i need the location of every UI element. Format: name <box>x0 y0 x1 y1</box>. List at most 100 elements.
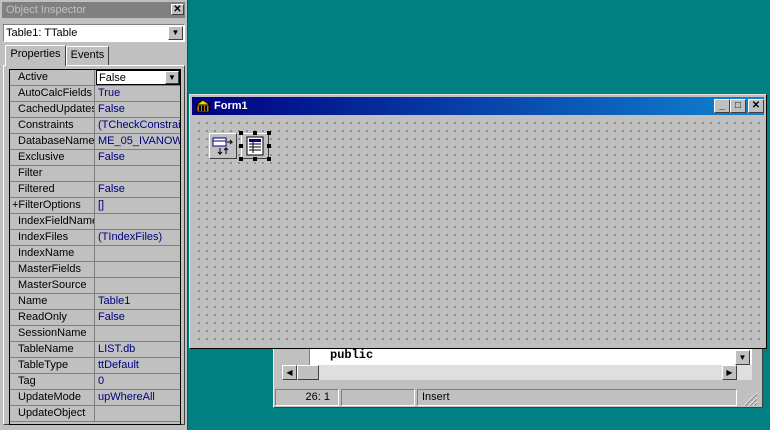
property-row[interactable]: Constraints(TCheckConstraints) <box>10 118 180 134</box>
property-row[interactable]: IndexName <box>10 246 180 262</box>
property-row[interactable]: MasterFields <box>10 262 180 278</box>
property-value[interactable]: False <box>96 102 180 117</box>
property-name[interactable]: Active <box>10 70 95 85</box>
property-value[interactable]: LIST.db <box>96 342 180 357</box>
tab-events[interactable]: Events <box>66 46 109 65</box>
property-name[interactable]: IndexName <box>10 246 95 261</box>
form1-titlebar[interactable]: Form1 _ □ ✕ <box>192 97 764 115</box>
property-name[interactable]: AutoCalcFields <box>10 86 95 101</box>
property-name[interactable]: ReadOnly <box>10 310 95 325</box>
property-name[interactable]: CachedUpdates <box>10 102 95 117</box>
selection-handle[interactable] <box>267 131 271 135</box>
property-row[interactable]: UpdateObject <box>10 406 180 422</box>
scroll-down-button[interactable]: ▼ <box>735 350 750 365</box>
resize-grip-icon[interactable] <box>740 390 758 406</box>
property-value[interactable]: True <box>96 86 180 101</box>
horizontal-scrollbar[interactable]: ◀ ▶ <box>282 365 752 380</box>
property-name[interactable]: TableType <box>10 358 95 373</box>
property-value[interactable] <box>96 214 180 229</box>
property-value[interactable]: False <box>96 150 180 165</box>
property-value[interactable] <box>96 246 180 261</box>
property-name[interactable]: DatabaseName <box>10 134 95 149</box>
property-name[interactable]: Tag <box>10 374 95 389</box>
close-icon[interactable]: ✕ <box>171 4 184 15</box>
minimize-button[interactable]: _ <box>714 99 730 113</box>
form-designer-surface[interactable] <box>193 117 763 346</box>
maximize-button[interactable]: □ <box>730 99 746 113</box>
code-line[interactable]: public <box>330 348 373 362</box>
selection-handle[interactable] <box>253 157 257 161</box>
property-name[interactable]: Constraints <box>10 118 95 133</box>
property-row[interactable]: TableName LIST.db <box>10 342 180 358</box>
property-row[interactable]: Filter <box>10 166 180 182</box>
object-selector-value: Table1: TTable <box>6 27 78 39</box>
property-row[interactable]: MasterSource <box>10 278 180 294</box>
property-row[interactable]: ReadOnly False <box>10 310 180 326</box>
selection-handle[interactable] <box>239 144 243 148</box>
property-row[interactable]: IndexFiles (TIndexFiles) <box>10 230 180 246</box>
scroll-right-button[interactable]: ▶ <box>722 365 737 380</box>
property-value[interactable]: (TIndexFiles) <box>96 230 180 245</box>
property-name[interactable]: Filtered <box>10 182 95 197</box>
property-value[interactable] <box>96 406 180 421</box>
property-row[interactable]: UpdateMode upWhereAll <box>10 390 180 406</box>
form-icon <box>196 99 210 113</box>
property-value[interactable] <box>96 278 180 293</box>
property-name[interactable]: Name <box>10 294 95 309</box>
property-value[interactable]: ME_05_IVANOW <box>96 134 180 149</box>
property-name[interactable]: UpdateMode <box>10 390 95 405</box>
property-value[interactable] <box>96 166 180 181</box>
property-value[interactable] <box>96 262 180 277</box>
property-name[interactable]: IndexFiles <box>10 230 95 245</box>
object-selector[interactable]: Table1: TTable ▼ <box>3 24 185 42</box>
property-value[interactable]: ttDefault <box>96 358 180 373</box>
property-name[interactable]: SessionName <box>10 326 95 341</box>
selection-handle[interactable] <box>239 131 243 135</box>
property-value[interactable] <box>96 326 180 341</box>
table-icon[interactable] <box>241 133 269 159</box>
selection-handle[interactable] <box>267 157 271 161</box>
selection-handle[interactable] <box>253 131 257 135</box>
property-name[interactable]: TableName <box>10 342 95 357</box>
datasource-icon[interactable] <box>209 133 237 159</box>
property-name[interactable]: +FilterOptions <box>10 198 95 213</box>
selection-handle[interactable] <box>267 144 271 148</box>
scroll-thumb[interactable] <box>297 365 319 380</box>
property-value[interactable]: False <box>96 182 180 197</box>
property-name[interactable]: UpdateObject <box>10 406 95 421</box>
property-name[interactable]: MasterFields <box>10 262 95 277</box>
property-row[interactable]: +FilterOptions[] <box>10 198 180 214</box>
property-row[interactable]: AutoCalcFields True <box>10 86 180 102</box>
tab-properties[interactable]: Properties <box>5 45 66 66</box>
property-value[interactable]: 0 <box>96 374 180 389</box>
property-row[interactable]: DatabaseName ME_05_IVANOW <box>10 134 180 150</box>
property-value[interactable]: (TCheckConstraints) <box>96 118 180 133</box>
close-button[interactable]: ✕ <box>748 99 764 113</box>
selection-handle[interactable] <box>239 157 243 161</box>
property-name[interactable]: MasterSource <box>10 278 95 293</box>
value-dropdown-icon[interactable]: ▼ <box>165 71 179 84</box>
property-row[interactable]: CachedUpdates False <box>10 102 180 118</box>
form1-title: Form1 <box>214 100 248 112</box>
property-row[interactable]: Tag 0 <box>10 374 180 390</box>
property-row[interactable]: Name Table1 <box>10 294 180 310</box>
property-value[interactable]: [] <box>96 198 180 213</box>
property-row[interactable]: Exclusive False <box>10 150 180 166</box>
property-name[interactable]: Filter <box>10 166 95 181</box>
property-row[interactable]: SessionName <box>10 326 180 342</box>
scroll-left-button[interactable]: ◀ <box>282 365 297 380</box>
property-value[interactable]: upWhereAll <box>96 390 180 405</box>
property-name[interactable]: IndexFieldNames <box>10 214 95 229</box>
chevron-down-icon[interactable]: ▼ <box>168 26 183 40</box>
property-value[interactable]: Table1 <box>96 294 180 309</box>
property-name[interactable]: Exclusive <box>10 150 95 165</box>
property-row[interactable]: Filtered False <box>10 182 180 198</box>
property-row[interactable]: Active False ▼ <box>10 70 180 86</box>
property-row[interactable]: IndexFieldNames <box>10 214 180 230</box>
insert-mode: Insert <box>417 389 737 406</box>
object-inspector-title[interactable]: Object Inspector <box>2 2 185 18</box>
editor-statusbar: 26: 1 Insert <box>275 389 761 407</box>
property-value[interactable]: False <box>96 310 180 325</box>
property-row[interactable]: TableType ttDefault <box>10 358 180 374</box>
property-grid: Active False ▼ AutoCalcFields True CachedUpda… <box>9 69 181 425</box>
